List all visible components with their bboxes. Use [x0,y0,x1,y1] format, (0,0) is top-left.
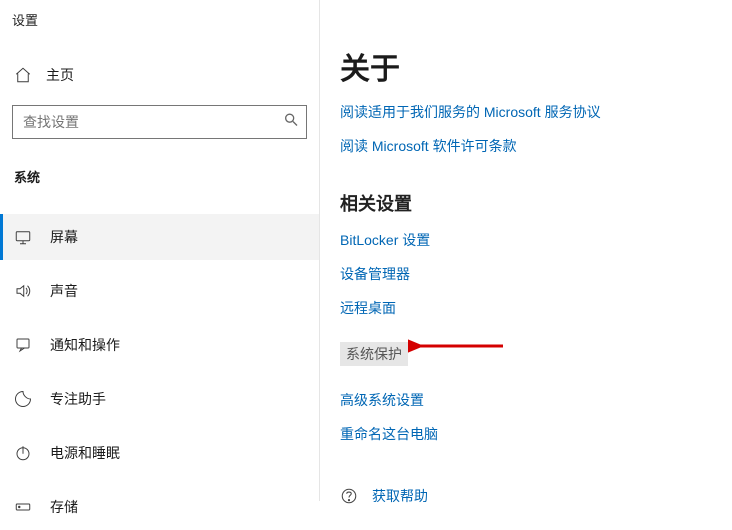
focus-assist-icon [14,390,32,408]
display-icon [14,228,32,246]
sidebar-item-label: 声音 [50,281,78,301]
sidebar-item-label: 屏幕 [50,227,78,247]
sidebar-item-label: 专注助手 [50,389,106,409]
sidebar-item-label: 存储 [50,497,78,517]
link-bitlocker[interactable]: BitLocker 设置 [340,230,732,250]
link-system-protection[interactable]: 系统保护 [340,342,408,366]
link-services-agreement[interactable]: 阅读适用于我们服务的 Microsoft 服务协议 [340,102,732,122]
sidebar: 设置 主页 系统 屏幕 声音 [0,0,320,501]
search-icon [283,112,299,133]
page-title: 关于 [340,44,732,88]
link-software-license[interactable]: 阅读 Microsoft 软件许可条款 [340,136,732,156]
sidebar-home-label: 主页 [46,65,74,85]
link-device-manager[interactable]: 设备管理器 [340,264,732,284]
sidebar-item-label: 电源和睡眠 [50,443,120,463]
sidebar-item-storage[interactable]: 存储 [0,484,319,530]
sidebar-item-display[interactable]: 屏幕 [0,214,319,260]
search-input[interactable] [12,105,307,139]
sidebar-item-power[interactable]: 电源和睡眠 [0,430,319,476]
link-advanced-system[interactable]: 高级系统设置 [340,390,732,410]
link-get-help: 获取帮助 [372,486,428,506]
nav-list: 屏幕 声音 通知和操作 专注助手 电源和睡眠 [0,214,319,530]
link-remote-desktop[interactable]: 远程桌面 [340,298,732,318]
help-icon [340,487,358,505]
sidebar-category: 系统 [0,149,319,194]
sidebar-item-focus-assist[interactable]: 专注助手 [0,376,319,422]
power-icon [14,444,32,462]
main-content: 关于 阅读适用于我们服务的 Microsoft 服务协议 阅读 Microsof… [340,0,732,501]
app-title: 设置 [0,0,319,33]
home-icon [14,66,32,84]
help-row[interactable]: 获取帮助 [340,486,732,506]
link-rename-pc[interactable]: 重命名这台电脑 [340,424,732,444]
sidebar-item-sound[interactable]: 声音 [0,268,319,314]
sound-icon [14,282,32,300]
sidebar-item-label: 通知和操作 [50,335,120,355]
sidebar-item-notifications[interactable]: 通知和操作 [0,322,319,368]
sidebar-home[interactable]: 主页 [0,51,319,99]
notifications-icon [14,336,32,354]
search-wrap [12,105,307,139]
related-settings-heading: 相关设置 [340,190,732,216]
